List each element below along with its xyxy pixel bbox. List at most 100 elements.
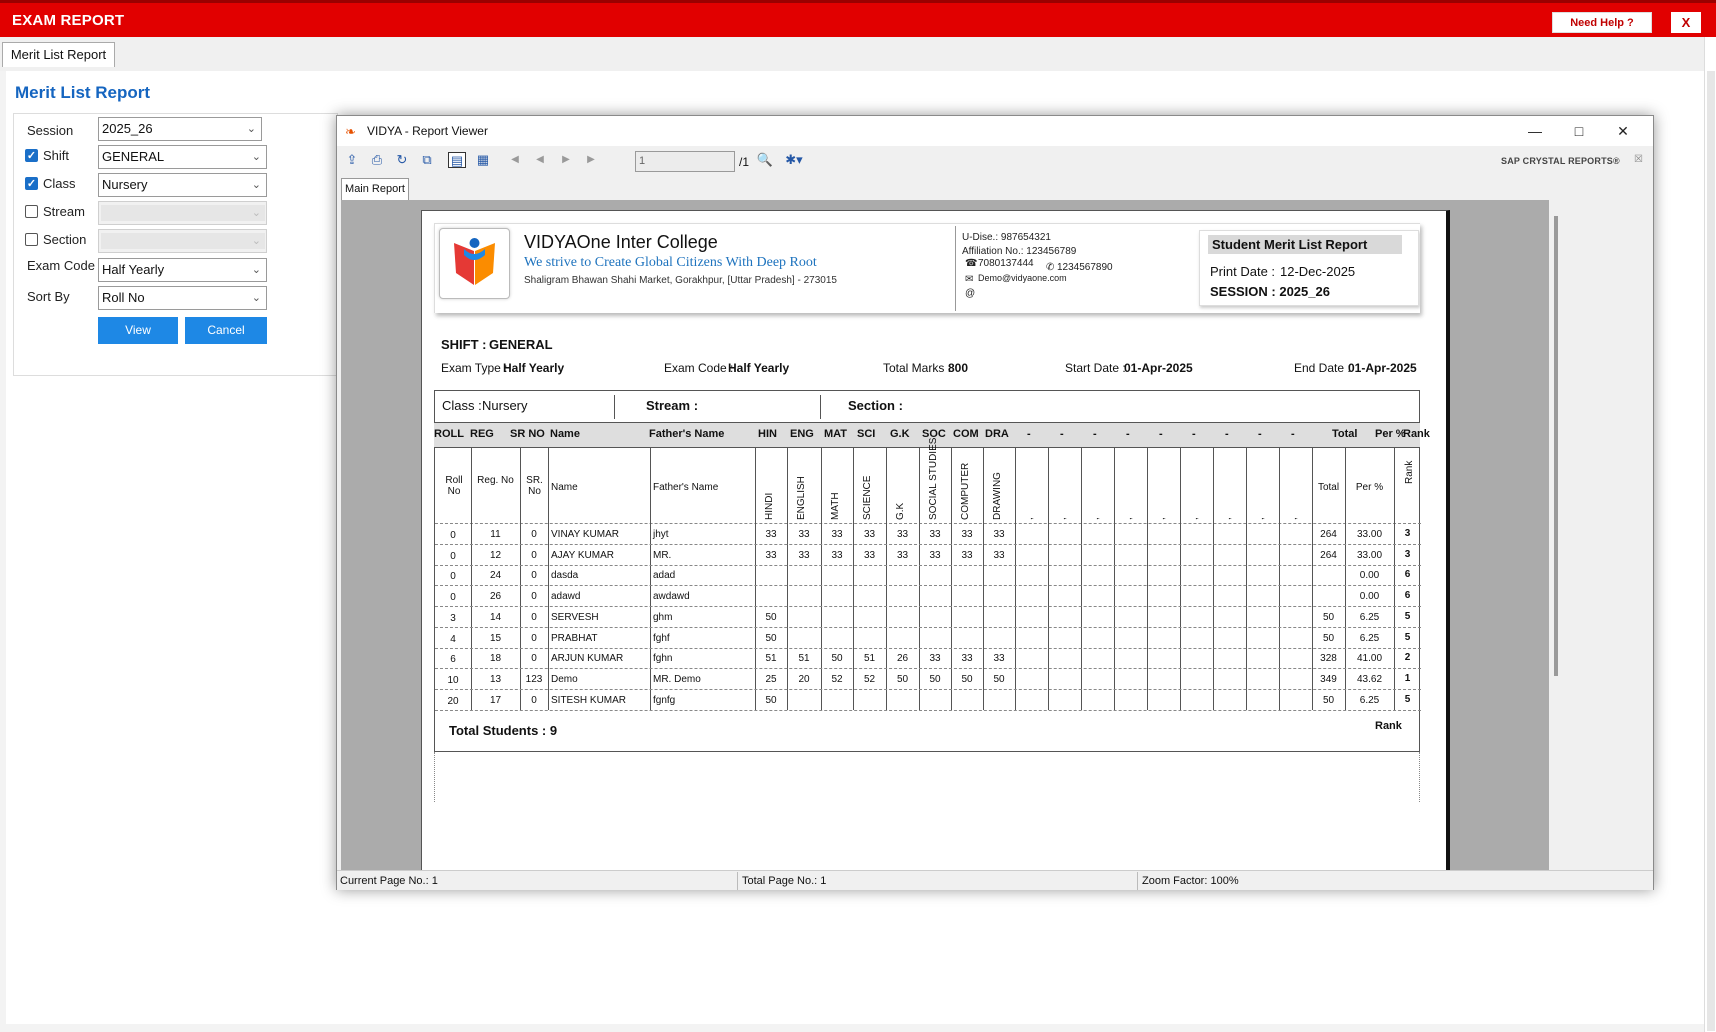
- mark-cell: 52: [863, 673, 876, 685]
- school-tagline: We strive to Create Global Citizens With…: [524, 255, 817, 270]
- header-divider: [955, 226, 956, 311]
- viewer-title: VIDYA - Report Viewer: [367, 124, 488, 138]
- total-students: Total Students : 9: [449, 723, 558, 738]
- next-page-icon[interactable]: ▶: [557, 152, 575, 168]
- reg-cell: 18: [489, 653, 502, 665]
- rank-footer-label: Rank: [1375, 720, 1402, 732]
- minimize-icon[interactable]: —: [1513, 120, 1557, 142]
- subject-name-label: ,: [1222, 517, 1233, 520]
- table-subheader-row: Roll No Reg. No SR. No Name Father's Name Tot…: [435, 438, 1421, 524]
- header-cell: Father's Name: [649, 428, 725, 440]
- stream-checkbox[interactable]: [25, 205, 38, 218]
- shift-checkbox[interactable]: ✓: [25, 149, 38, 162]
- shift-label: SHIFT :: [441, 337, 487, 352]
- maximize-icon[interactable]: □: [1557, 120, 1601, 142]
- sr-cell: 0: [531, 591, 537, 603]
- subheader-cell: SR. No: [526, 475, 543, 497]
- report-canvas[interactable]: VIDYAOne Inter College We strive to Crea…: [341, 200, 1549, 879]
- need-help-button[interactable]: Need Help ?: [1552, 12, 1652, 33]
- mark-cell: 33: [993, 529, 1005, 540]
- sr-cell: 0: [531, 632, 537, 644]
- reg-cell: 12: [489, 549, 502, 561]
- session-select[interactable]: 2025_26 ⌄: [98, 117, 262, 141]
- percent-cell: 6.25: [1359, 632, 1380, 644]
- rank-cell: 6: [1404, 590, 1411, 602]
- sort-by-label: Sort By: [27, 289, 70, 304]
- mark-cell: 33: [929, 653, 941, 665]
- mark-cell: 50: [896, 673, 909, 685]
- mark-cell: 26: [896, 653, 909, 665]
- group-tree-icon[interactable]: ▦: [474, 152, 492, 168]
- shift-value: GENERAL: [489, 337, 553, 352]
- tab-merit-list-report[interactable]: Merit List Report: [2, 42, 115, 67]
- mark-cell: 51: [798, 653, 810, 665]
- rank-cell: 5: [1404, 610, 1411, 622]
- rank-cell: 1: [1404, 672, 1411, 684]
- refresh-icon[interactable]: ↻: [393, 152, 411, 168]
- close-icon[interactable]: ✕: [1601, 120, 1645, 142]
- zoom-dropdown-icon[interactable]: ✱▾: [781, 152, 807, 168]
- sort-by-select[interactable]: Roll No ⌄: [98, 286, 267, 310]
- sr-cell: 0: [531, 529, 537, 540]
- reg-cell: 24: [489, 570, 502, 582]
- mark-cell: 33: [863, 529, 876, 540]
- table-row: 10 13 123 Demo MR. Demo 25 20 52 52 50 50 50 50 349 43…: [435, 669, 1421, 690]
- stream-label: Stream: [43, 204, 85, 219]
- report-page: VIDYAOne Inter College We strive to Crea…: [421, 210, 1450, 879]
- viewer-vertical-scrollbar[interactable]: [1549, 200, 1565, 879]
- first-page-icon[interactable]: ◀: [506, 152, 524, 168]
- name-cell: AJAY KUMAR: [551, 549, 614, 561]
- class-checkbox[interactable]: ✓: [25, 177, 38, 190]
- tab-main-report[interactable]: Main Report: [341, 178, 409, 200]
- cancel-button[interactable]: Cancel: [185, 317, 267, 344]
- previous-page-icon[interactable]: ◀: [531, 152, 549, 168]
- phone-primary: 7080137444: [978, 258, 1034, 269]
- web-icon: @: [965, 288, 976, 299]
- find-icon[interactable]: 🔍: [756, 152, 774, 168]
- shift-label: Shift: [43, 148, 70, 163]
- total-cell: 50: [1322, 611, 1335, 623]
- reg-cell: 14: [489, 611, 502, 623]
- copy-icon[interactable]: ⧉: [418, 152, 436, 168]
- last-page-icon[interactable]: ▶: [582, 152, 600, 168]
- exam-code-label: Exam Code :: [664, 361, 734, 375]
- class-select[interactable]: Nursery ⌄: [98, 173, 267, 197]
- stream-select[interactable]: ⌄: [98, 201, 267, 225]
- header-cell: Total: [1332, 428, 1358, 440]
- mark-cell: 51: [765, 653, 777, 665]
- roll-cell: 0: [450, 530, 456, 541]
- app-close-button[interactable]: X: [1671, 12, 1701, 33]
- header-cell: SR NO: [510, 428, 545, 440]
- mark-cell: 50: [929, 673, 941, 685]
- total-marks: 800: [948, 361, 969, 375]
- total-cell: 328: [1320, 653, 1337, 665]
- print-icon[interactable]: ⎙: [368, 152, 386, 168]
- page-number-input[interactable]: 1: [635, 151, 735, 172]
- brand-close-icon[interactable]: ☒: [1634, 154, 1643, 165]
- exam-code-value: Half Yearly: [102, 262, 165, 277]
- mark-cell: 33: [765, 549, 777, 561]
- export-icon[interactable]: ⇪: [343, 152, 361, 168]
- viewer-status-bar: Current Page No.: 1 Total Page No.: 1 Zo…: [337, 870, 1653, 890]
- view-button[interactable]: View: [98, 317, 178, 344]
- percent-cell: 6.25: [1359, 611, 1380, 623]
- total-page-status: Total Page No.: 1: [742, 875, 827, 887]
- subject-name-label: ,: [1090, 517, 1101, 520]
- header-cell: SCI: [857, 428, 876, 440]
- section-checkbox[interactable]: [25, 233, 38, 246]
- page-scrollbar[interactable]: [1704, 37, 1716, 1032]
- section-select[interactable]: ⌄: [98, 229, 267, 253]
- shift-select[interactable]: GENERAL ⌄: [98, 145, 267, 169]
- percent-cell: 0.00: [1359, 591, 1380, 603]
- current-page-status: Current Page No.: 1: [340, 875, 438, 887]
- exam-code-select[interactable]: Half Yearly ⌄: [98, 258, 267, 282]
- name-cell: SERVESH: [551, 611, 599, 623]
- reg-cell: 26: [489, 591, 502, 603]
- report-header-box: VIDYAOne Inter College We strive to Crea…: [434, 223, 1420, 313]
- toggle-parameter-panel-icon[interactable]: ▤: [448, 152, 466, 168]
- mark-cell: 50: [831, 653, 843, 665]
- father-cell: jhyt: [653, 529, 669, 540]
- mark-cell: 33: [929, 549, 941, 561]
- subject-name-label: ,: [1189, 517, 1200, 520]
- mark-cell: 33: [961, 549, 973, 561]
